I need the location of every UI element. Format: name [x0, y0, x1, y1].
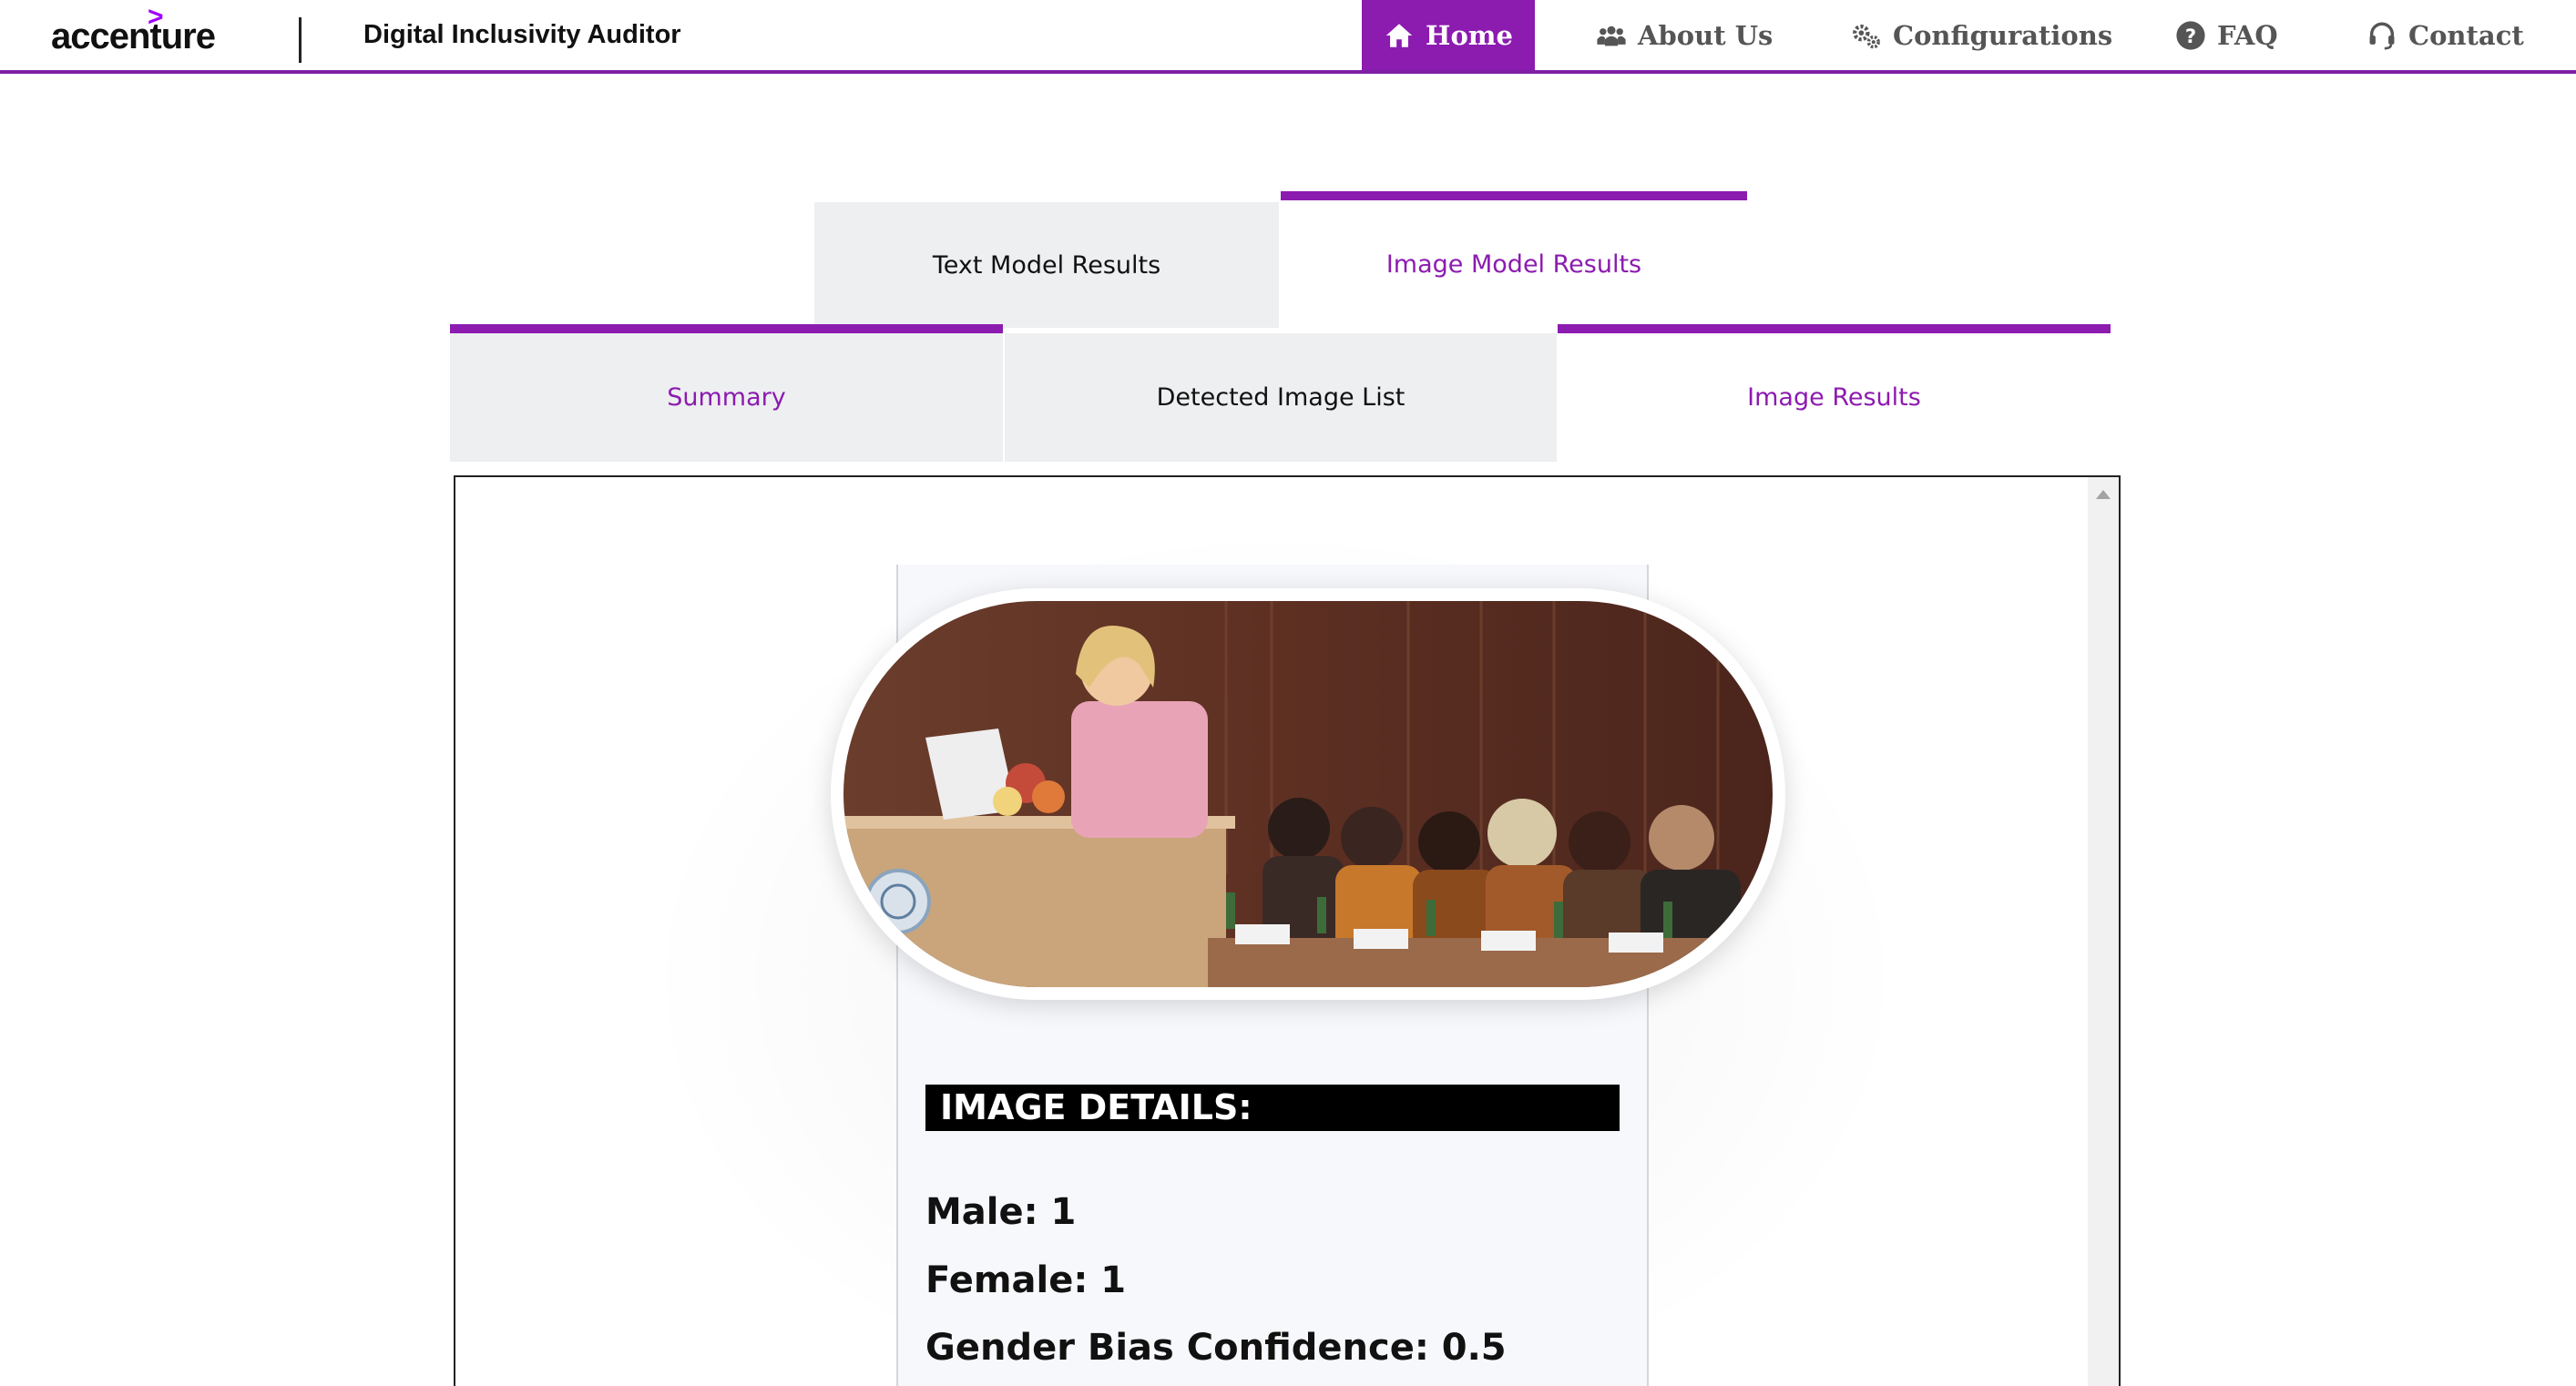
nav-about-label: About Us: [1638, 19, 1774, 51]
nav-home[interactable]: Home: [1362, 0, 1535, 70]
top-navigation-bar: > accenture Digital Inclusivity Auditor …: [0, 0, 2576, 74]
nav-contact[interactable]: Contact: [2366, 0, 2524, 70]
male-count: Male: 1: [925, 1191, 1077, 1233]
users-icon: [1597, 25, 1626, 46]
tab-image-results[interactable]: Image Results: [1558, 324, 2111, 462]
headset-icon: [2369, 22, 2395, 49]
tab-text-model-results[interactable]: Text Model Results: [814, 202, 1279, 328]
svg-text:?: ?: [2185, 25, 2196, 47]
gears-icon: [1853, 24, 1880, 48]
scroll-up-arrow-icon[interactable]: [2096, 490, 2111, 499]
nav-contact-label: Contact: [2408, 19, 2524, 51]
tab-image-model-results[interactable]: Image Model Results: [1281, 191, 1747, 328]
female-count: Female: 1: [925, 1259, 1127, 1301]
panel-scrollbar[interactable]: [2088, 477, 2119, 1386]
question-circle-icon: ?: [2176, 20, 2205, 50]
tab-summary[interactable]: Summary: [450, 324, 1003, 462]
nav-faq-label: FAQ: [2217, 19, 2278, 51]
tab-detected-image-list[interactable]: Detected Image List: [1005, 333, 1557, 462]
home-icon: [1385, 23, 1413, 47]
analyzed-image-frame: [831, 588, 1785, 1000]
gender-bias-confidence: Gender Bias Confidence: 0.5: [925, 1327, 1507, 1369]
nav-configurations[interactable]: Configurations: [1851, 0, 2112, 70]
nav-home-label: Home: [1426, 19, 1513, 51]
nav-configurations-label: Configurations: [1893, 19, 2113, 51]
analyzed-image: [843, 601, 1773, 987]
header-divider: [299, 17, 302, 63]
logo-text: accenture: [51, 16, 216, 56]
app-title: Digital Inclusivity Auditor: [363, 20, 681, 49]
nav-about-us[interactable]: About Us: [1596, 0, 1773, 70]
nav-faq[interactable]: ? FAQ: [2175, 0, 2278, 70]
image-details-heading: IMAGE DETAILS:: [925, 1085, 1620, 1131]
